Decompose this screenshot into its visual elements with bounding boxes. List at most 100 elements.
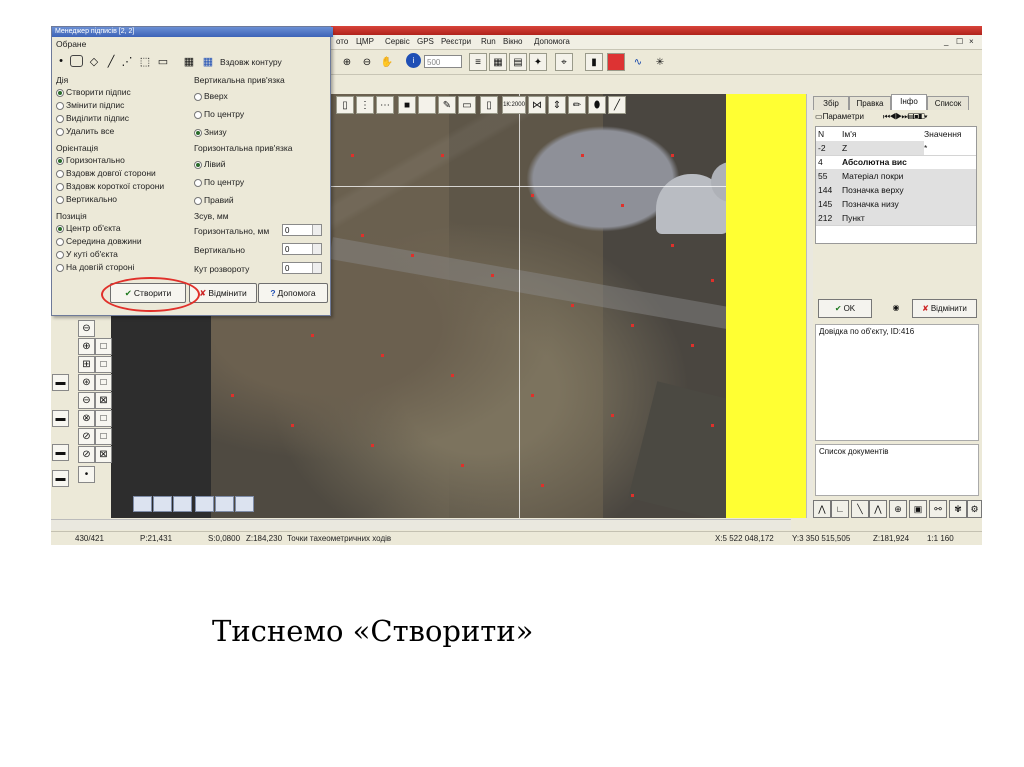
layers-icon[interactable]: ≡ — [469, 53, 487, 71]
radio-object-corner[interactable]: У куті об'єкта — [56, 249, 118, 259]
menu-item-help[interactable]: Допомога — [534, 37, 570, 46]
edit-icon[interactable]: ✎ — [438, 96, 456, 114]
save-icon[interactable]: ■ — [398, 96, 416, 114]
eraser-icon[interactable]: ⬮ — [588, 96, 606, 114]
radio-create-label[interactable]: Створити підпис — [56, 87, 131, 97]
point-icon[interactable]: • — [54, 55, 68, 67]
frame-icon[interactable]: ▭ — [156, 55, 170, 68]
tab-list[interactable]: Список — [927, 96, 969, 110]
link-icon[interactable]: ⚯ — [929, 500, 947, 518]
table-row[interactable]: 212 Пункт — [816, 211, 976, 226]
map-horizontal-scrollbar[interactable] — [51, 519, 791, 530]
tab-edit[interactable]: Правка — [849, 96, 891, 110]
table-row[interactable]: 144 Позначка верху — [816, 183, 976, 198]
radio-mid-length[interactable]: Середина довжини — [56, 236, 142, 246]
eye-icon[interactable]: ◉ — [887, 299, 905, 316]
radio-hbind-right[interactable]: Правий — [194, 195, 234, 205]
tab-info[interactable]: Інфо — [891, 94, 927, 110]
report-icon[interactable]: ▤ — [509, 53, 527, 71]
documents-panel[interactable]: Список документів — [815, 444, 979, 496]
box-icon[interactable]: ⊠ — [95, 392, 112, 409]
peak-icon[interactable]: ⋀ — [813, 500, 831, 518]
circle-minus-icon[interactable]: ⊖ — [78, 320, 95, 337]
params-button[interactable]: ▭Параметри — [815, 112, 864, 121]
dialog-title[interactable]: Менеджер підписів [2, 2] — [52, 27, 333, 37]
tools-icon[interactable]: ✦ — [529, 53, 547, 71]
traffic-light-icon[interactable]: ▮ — [585, 53, 603, 71]
menu-item-run[interactable]: Run — [481, 37, 496, 46]
minimize-button[interactable]: _ — [944, 37, 948, 46]
table-icon[interactable]: ▦ — [489, 53, 507, 71]
node-icon[interactable]: ⋯ — [376, 96, 394, 114]
table-icon[interactable]: ▦ — [201, 55, 215, 68]
settings-icon[interactable]: ⚙ — [967, 500, 982, 518]
radio-change-label[interactable]: Змінити підпис — [56, 100, 124, 110]
radio-vertical[interactable]: Вертикально — [56, 194, 117, 204]
snap-icon[interactable]: ⋈ — [528, 96, 546, 114]
page-icon[interactable]: ▯ — [480, 96, 498, 114]
ok-button[interactable]: ✔ OK — [818, 299, 872, 318]
tab-collect[interactable]: Збір — [813, 96, 849, 110]
info-icon[interactable]: i — [406, 53, 421, 68]
menu-item-service[interactable]: Сервіс — [385, 37, 410, 46]
target-icon[interactable]: ⊕ — [889, 500, 907, 518]
circle-slash-icon[interactable]: ⊘ — [78, 428, 95, 445]
restore-button[interactable]: ☐ — [956, 37, 963, 46]
select-icon[interactable]: ⌖ — [555, 53, 573, 71]
square-icon[interactable]: □ — [95, 410, 112, 427]
radio-delete-all[interactable]: Удалить все — [56, 126, 114, 136]
close-button[interactable]: × — [969, 37, 974, 46]
menu-item-registers[interactable]: Реєстри — [441, 37, 471, 46]
peak-icon[interactable]: ⋀ — [869, 500, 887, 518]
line-icon[interactable]: ╱ — [608, 96, 626, 114]
ruler-icon[interactable]: ▬ — [52, 444, 69, 461]
menu-item-photo[interactable]: ото — [336, 37, 348, 46]
curve-icon[interactable]: ∿ — [629, 53, 647, 71]
object-help-panel[interactable]: Довідка по об'єкту, ID:416 — [815, 324, 979, 441]
dotted-line-icon[interactable]: ⋮ — [356, 96, 374, 114]
line-style-button[interactable] — [215, 496, 234, 512]
table-row[interactable]: -2 Z * — [816, 141, 976, 156]
radio-long-side[interactable]: Вздовж довгої сторони — [56, 168, 156, 178]
dot-icon[interactable]: • — [78, 466, 95, 483]
row-value[interactable]: * — [924, 141, 976, 155]
square-icon[interactable]: □ — [95, 338, 112, 355]
radio-vbind-bottom[interactable]: Знизу — [194, 127, 227, 137]
table-row[interactable]: 4 Абсолютна вис — [816, 155, 976, 170]
box-icon[interactable]: ⊠ — [95, 446, 112, 463]
circle-x-icon[interactable]: ⊗ — [78, 410, 95, 427]
radio-horizontal[interactable]: Горизонтально — [56, 155, 125, 165]
radio-vbind-center[interactable]: По центру — [194, 109, 244, 119]
table-row[interactable]: 55 Матеріал покри — [816, 169, 976, 184]
doc-icon[interactable]: ▭ — [458, 96, 476, 114]
offset-horizontal-input[interactable]: 0 — [282, 224, 322, 236]
line-style-button[interactable] — [235, 496, 254, 512]
contour-button[interactable]: Вздовж контуру — [220, 57, 282, 67]
line-style-button[interactable] — [173, 496, 192, 512]
scale-input[interactable]: 500 — [424, 55, 462, 68]
offset-vertical-input[interactable]: 0 — [282, 243, 322, 255]
radio-hbind-center[interactable]: По центру — [194, 177, 244, 187]
square-icon[interactable]: □ — [95, 356, 112, 373]
ruler-icon[interactable]: ▬ — [52, 470, 69, 487]
frame-icon[interactable]: ▣ — [909, 500, 927, 518]
circle-plus-icon[interactable]: ⊕ — [78, 338, 95, 355]
radio-hbind-left[interactable]: Лівий — [194, 159, 225, 169]
gear-circle-icon[interactable]: ⊛ — [78, 374, 95, 391]
table-row[interactable]: 145 Позначка низу — [816, 197, 976, 212]
line-style-button[interactable] — [195, 496, 214, 512]
scale-preset-button[interactable]: 1К:2000 — [502, 96, 526, 114]
pan-hand-icon[interactable]: ✋ — [378, 53, 396, 71]
rectangle-icon[interactable] — [70, 55, 83, 67]
raster-icon[interactable] — [607, 53, 625, 71]
radio-object-center[interactable]: Центр об'єкта — [56, 223, 121, 233]
rotation-input[interactable]: 0 — [282, 262, 322, 274]
dashed-line-icon[interactable]: ⋰ — [120, 55, 134, 68]
dialog-help-button[interactable]: ? Допомога — [258, 283, 328, 303]
menu-item-dem[interactable]: ЦМР — [356, 37, 374, 46]
dotted-frame-icon[interactable]: ⬚ — [138, 55, 152, 68]
circle-minus-icon[interactable]: ⊖ — [78, 392, 95, 409]
grid-icon[interactable]: ▦ — [182, 55, 196, 68]
blank-icon[interactable] — [418, 96, 436, 114]
radio-long-side-pos[interactable]: На довгій стороні — [56, 262, 134, 272]
